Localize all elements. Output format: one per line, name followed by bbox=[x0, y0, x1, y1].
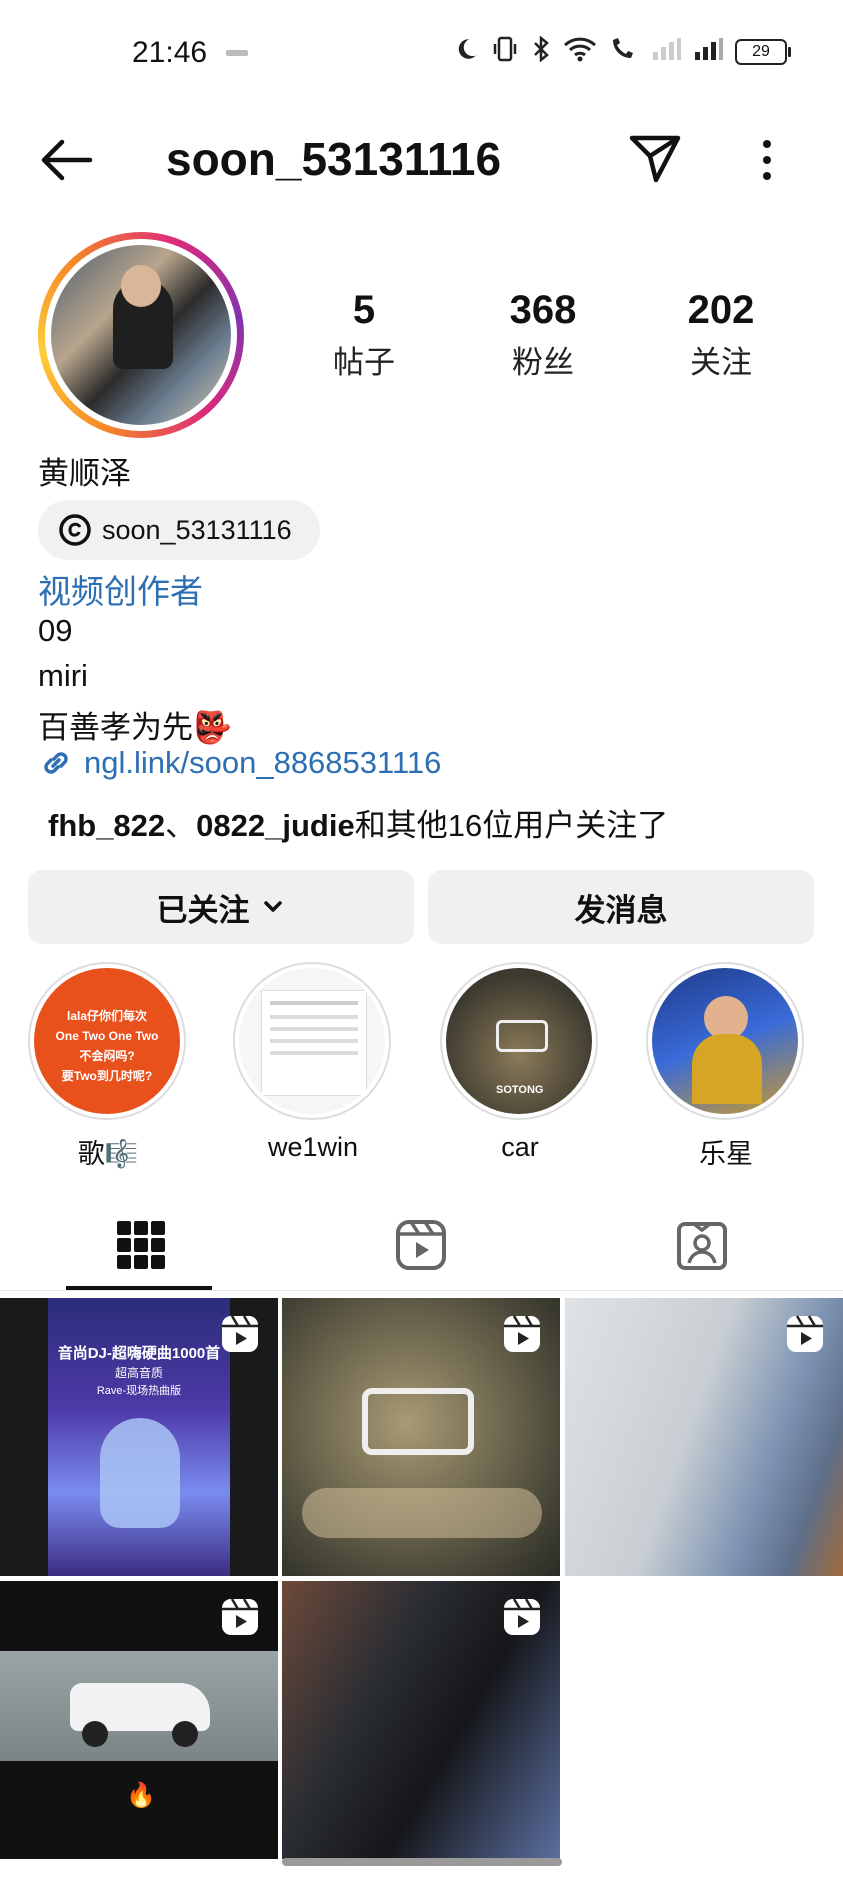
avatar-photo bbox=[51, 245, 231, 425]
post-thumbnail[interactable] bbox=[282, 1581, 560, 1859]
post-caption: 音尚DJ-超嗨硬曲1000首 bbox=[57, 1345, 221, 1362]
followers-stat[interactable]: 368 粉丝 bbox=[473, 288, 613, 382]
highlight-item[interactable]: lala仔你们每次 One Two One Two 不会闷吗? 要Two到几时呢… bbox=[28, 962, 188, 1171]
separator: 、 bbox=[165, 808, 197, 843]
highlight-text: 不会闷吗? bbox=[79, 1049, 135, 1063]
threads-icon bbox=[59, 514, 91, 546]
link-icon bbox=[44, 752, 68, 774]
following-label: 已关注 bbox=[156, 892, 250, 928]
following-button[interactable]: 已关注 bbox=[28, 870, 414, 944]
back-arrow-icon bbox=[41, 139, 93, 181]
highlight-label: we1win bbox=[267, 1132, 359, 1162]
tab-posts-grid[interactable] bbox=[0, 1200, 282, 1290]
notification-indicator bbox=[226, 50, 248, 56]
bluetooth-icon bbox=[531, 35, 551, 67]
profile-username: soon_53131116 bbox=[166, 133, 502, 185]
home-indicator[interactable] bbox=[282, 1858, 562, 1866]
post-thumbnail[interactable]: 🔥 bbox=[0, 1581, 278, 1859]
grid-icon bbox=[117, 1221, 165, 1269]
reels-icon bbox=[396, 1220, 446, 1270]
highlight-text: lala仔你们每次 bbox=[66, 1009, 148, 1023]
chevron-down-icon bbox=[263, 901, 282, 912]
follower-name: 0822_judie bbox=[196, 808, 355, 843]
message-label: 发消息 bbox=[574, 892, 668, 928]
follower-name: fhb_822 bbox=[48, 808, 166, 843]
category-label: 视频创作者 bbox=[38, 573, 203, 610]
followers-count: 368 bbox=[509, 288, 577, 332]
tab-reels[interactable] bbox=[280, 1200, 562, 1290]
posts-stat[interactable]: 5 帖子 bbox=[294, 288, 434, 382]
bio-line: miri bbox=[38, 658, 88, 693]
post-emoji: 🔥 bbox=[126, 1782, 156, 1809]
signal-strong-icon bbox=[693, 36, 723, 67]
status-time: 21:46 bbox=[132, 36, 208, 69]
post-thumbnail[interactable] bbox=[282, 1298, 560, 1576]
highlight-text: 要Two到几时呢? bbox=[61, 1069, 153, 1083]
highlight-cover: lala仔你们每次 One Two One Two 不会闷吗? 要Two到几时呢… bbox=[34, 968, 180, 1114]
vibrate-icon bbox=[491, 36, 519, 67]
signal-weak-icon bbox=[651, 36, 681, 67]
back-button[interactable] bbox=[36, 135, 96, 185]
reel-badge-icon bbox=[222, 1315, 258, 1352]
moon-icon bbox=[453, 36, 479, 67]
tab-tagged[interactable] bbox=[561, 1200, 843, 1290]
status-icons: 29 bbox=[453, 35, 791, 67]
posts-count: 5 bbox=[352, 288, 376, 332]
threads-handle: soon_53131116 bbox=[102, 514, 292, 545]
reel-badge-icon bbox=[787, 1315, 823, 1352]
post-caption: Rave-现场热曲版 bbox=[96, 1385, 182, 1397]
highlight-label: 歌🎼 bbox=[77, 1139, 139, 1169]
reel-badge-icon bbox=[504, 1315, 540, 1352]
bio-line: 09 bbox=[38, 613, 73, 648]
divider bbox=[0, 1290, 843, 1291]
highlight-label: 乐星 bbox=[699, 1139, 753, 1169]
highlight-item[interactable]: 乐星 bbox=[646, 962, 806, 1171]
posts-label: 帖子 bbox=[333, 345, 395, 380]
threads-badge[interactable]: soon_53131116 bbox=[38, 500, 320, 560]
post-caption: 超高音质 bbox=[114, 1366, 163, 1380]
more-options-button[interactable] bbox=[752, 136, 782, 184]
followers-label: 粉丝 bbox=[512, 345, 574, 380]
post-thumbnail[interactable] bbox=[565, 1298, 843, 1576]
send-message-button[interactable] bbox=[628, 130, 684, 186]
following-stat[interactable]: 202 关注 bbox=[651, 288, 791, 382]
highlight-text: One Two One Two bbox=[55, 1029, 159, 1043]
paper-plane-icon bbox=[629, 135, 681, 183]
following-count: 202 bbox=[687, 288, 755, 332]
post-thumbnail[interactable]: 音尚DJ-超嗨硬曲1000首 超高音质 Rave-现场热曲版 bbox=[0, 1298, 278, 1576]
highlight-label: car bbox=[501, 1132, 539, 1162]
reel-badge-icon bbox=[222, 1598, 258, 1635]
highlight-badge: SOTONG bbox=[496, 1084, 544, 1096]
message-button[interactable]: 发消息 bbox=[428, 870, 814, 944]
followed-by-rest: 和其他16位用户关注了 bbox=[354, 808, 669, 843]
more-vertical-icon bbox=[763, 140, 771, 180]
highlight-cover bbox=[239, 968, 385, 1114]
profile-avatar[interactable] bbox=[38, 232, 244, 438]
highlight-item[interactable]: SOTONG car bbox=[440, 962, 600, 1163]
following-label: 关注 bbox=[690, 345, 752, 380]
wifi-icon bbox=[563, 36, 597, 67]
highlight-cover bbox=[652, 968, 798, 1114]
bio-line: 百善孝为先👺 bbox=[38, 710, 232, 745]
link-text: ngl.link/soon_8868531116 bbox=[84, 745, 442, 780]
reel-badge-icon bbox=[504, 1598, 540, 1635]
profile-link[interactable]: ngl.link/soon_8868531116 bbox=[38, 745, 441, 781]
followed-by-text[interactable]: fhb_822、0822_judie和其他16位用户关注了 bbox=[48, 800, 668, 845]
highlight-item[interactable]: we1win bbox=[233, 962, 393, 1163]
display-name: 黄顺泽 bbox=[38, 456, 131, 491]
call-signal-icon bbox=[609, 36, 639, 67]
highlight-cover: SOTONG bbox=[446, 968, 592, 1114]
tagged-user-icon bbox=[677, 1222, 727, 1270]
battery-icon: 29 bbox=[735, 38, 791, 65]
